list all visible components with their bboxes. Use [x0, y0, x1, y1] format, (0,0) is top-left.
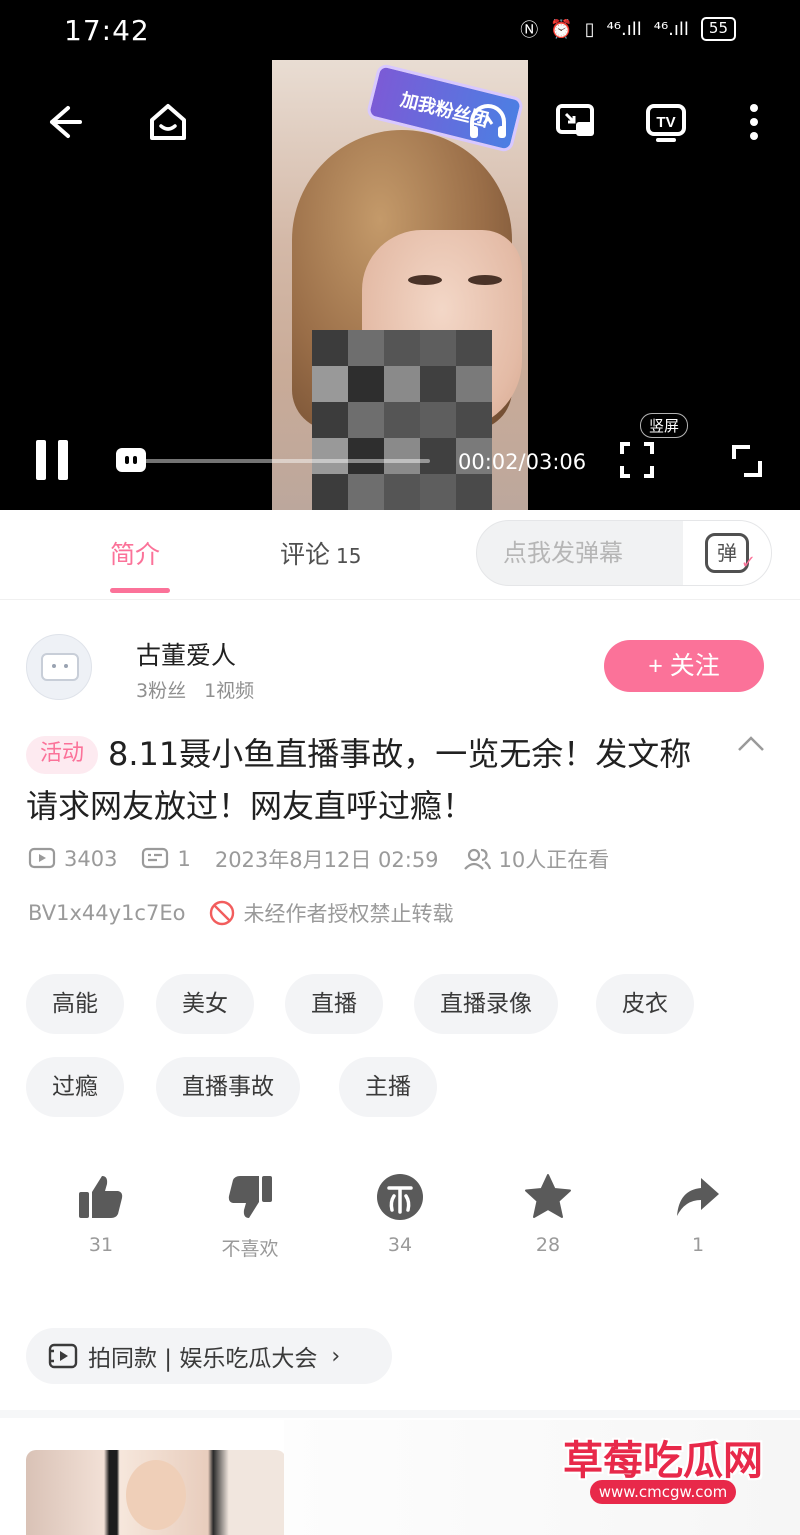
danmaku-count: 1: [177, 847, 191, 871]
video-stats-row: 3403 1 2023年8月12日 02:59 10人正在看: [28, 844, 633, 874]
thumb-up-icon: [79, 1176, 123, 1218]
tab-comments[interactable]: 评论 15: [280, 535, 361, 571]
forbidden-icon: [210, 900, 235, 926]
video-title: 8.11聂小鱼直播事故，一览无余！发文称请求网友放过！网友直呼过瘾！: [26, 735, 692, 825]
section-divider: [0, 1410, 800, 1418]
favorite-button[interactable]: 28: [488, 1172, 608, 1256]
bvid[interactable]: BV1x44y1c7Eo: [28, 901, 185, 925]
uploader-name[interactable]: 古董爱人: [136, 636, 236, 672]
template-icon: [48, 1343, 78, 1369]
more-icon[interactable]: [730, 98, 778, 146]
tab-intro[interactable]: 简介: [110, 535, 160, 571]
back-icon[interactable]: [38, 98, 86, 146]
like-count: 31: [88, 1234, 114, 1256]
watching-count: 10人正在看: [498, 848, 610, 872]
pause-icon[interactable]: [34, 440, 70, 480]
favorite-count: 28: [535, 1234, 561, 1256]
status-time: 17:42: [64, 14, 150, 47]
share-button[interactable]: 1: [638, 1172, 758, 1256]
coin-button[interactable]: 34: [340, 1172, 460, 1256]
tag-chip[interactable]: 美女: [156, 974, 254, 1034]
comment-count: 15: [336, 544, 362, 568]
view-count: 3403: [64, 847, 118, 871]
tab-comments-label: 评论: [280, 540, 331, 569]
avatar[interactable]: [26, 634, 92, 700]
cast-icon[interactable]: [552, 98, 600, 146]
signal-icon: ⁴⁶.ıll: [606, 18, 642, 40]
tag-chip[interactable]: 皮衣: [596, 974, 694, 1034]
template-label: 拍同款 | 娱乐吃瓜大会: [88, 1346, 318, 1372]
no-repost-notice: 未经作者授权禁止转载: [243, 902, 454, 926]
alarm-icon: ⏰: [550, 18, 573, 40]
template-chip[interactable]: 拍同款 | 娱乐吃瓜大会 ›: [26, 1328, 392, 1384]
fullscreen-icon[interactable]: [730, 445, 764, 477]
tag-chip[interactable]: 直播录像: [414, 974, 558, 1034]
coin-icon: [377, 1174, 423, 1220]
video-player[interactable]: 加我粉丝团 17:42 Ⓝ ⏰ ▯ ⁴⁶.ıll ⁴⁶.ıll 55 TV 00…: [0, 0, 800, 510]
dislike-label: 不喜欢: [221, 1238, 279, 1260]
danmaku-bar: 弹: [476, 520, 772, 586]
coin-count: 34: [387, 1234, 413, 1256]
headphones-icon[interactable]: [464, 98, 512, 146]
progress-thumb[interactable]: [116, 448, 146, 472]
vibrate-icon: ▯: [584, 18, 595, 40]
home-icon[interactable]: [144, 98, 192, 146]
thumb-down-icon: [228, 1176, 272, 1218]
watermark-url: www.cmcgw.com: [590, 1480, 736, 1504]
collapse-icon[interactable]: [736, 732, 766, 756]
danmaku-settings-icon: 弹: [705, 533, 756, 580]
recommended-video-thumbnail[interactable]: [26, 1450, 286, 1535]
status-bar: 17:42 Ⓝ ⏰ ▯ ⁴⁶.ıll ⁴⁶.ıll 55: [0, 0, 800, 62]
dislike-button[interactable]: 不喜欢: [190, 1172, 310, 1261]
tag-chip[interactable]: 直播: [285, 974, 383, 1034]
site-watermark: 草莓吃瓜网 www.cmcgw.com: [548, 1428, 778, 1512]
uploader-stats: 3粉丝 1视频: [136, 676, 254, 703]
tv-icon: [41, 653, 79, 681]
tag-chip[interactable]: 高能: [26, 974, 124, 1034]
tab-bar: 简介 评论15 弹: [0, 510, 800, 600]
tag-chip[interactable]: 直播事故: [156, 1057, 300, 1117]
battery-icon: 55: [700, 17, 736, 41]
danmaku-input[interactable]: [477, 521, 683, 585]
danmaku-toggle-button[interactable]: 弹: [683, 521, 771, 585]
star-icon: [525, 1174, 571, 1218]
censor-mosaic: [312, 330, 492, 510]
video-count: 1视频: [204, 680, 255, 702]
progress-bar[interactable]: [130, 459, 430, 463]
viewers-icon: [463, 848, 491, 870]
play-count-icon: [28, 847, 56, 869]
vertical-fullscreen-icon[interactable]: [620, 442, 654, 478]
tag-chip[interactable]: 过瘾: [26, 1057, 124, 1117]
publish-date: 2023年8月12日 02:59: [214, 848, 439, 872]
like-button[interactable]: 31: [41, 1172, 161, 1256]
video-title-block: 活动 8.11聂小鱼直播事故，一览无余！发文称请求网友放过！网友直呼过瘾！: [26, 728, 706, 832]
tab-indicator: [110, 588, 170, 593]
follow-button[interactable]: + 关注: [604, 640, 764, 692]
danmaku-icon: [142, 847, 169, 869]
signal-icon: ⁴⁶.ıll: [653, 18, 689, 40]
portrait-badge: 竖屏: [640, 413, 689, 438]
activity-tag[interactable]: 活动: [26, 736, 99, 774]
watermark-title: 草莓吃瓜网: [563, 1438, 763, 1484]
fans-count: 3粉丝: [136, 680, 187, 702]
tv-icon[interactable]: TV: [642, 98, 690, 146]
video-id-row: BV1x44y1c7Eo 未经作者授权禁止转载: [28, 898, 453, 928]
time-readout: 00:02/03:06: [458, 450, 587, 474]
svg-text:TV: TV: [656, 114, 675, 131]
nfc-icon: Ⓝ: [520, 20, 539, 41]
share-count: 1: [691, 1234, 705, 1256]
tag-chip[interactable]: 主播: [339, 1057, 437, 1117]
share-icon: [677, 1178, 719, 1216]
chevron-right-icon: ›: [331, 1343, 341, 1369]
